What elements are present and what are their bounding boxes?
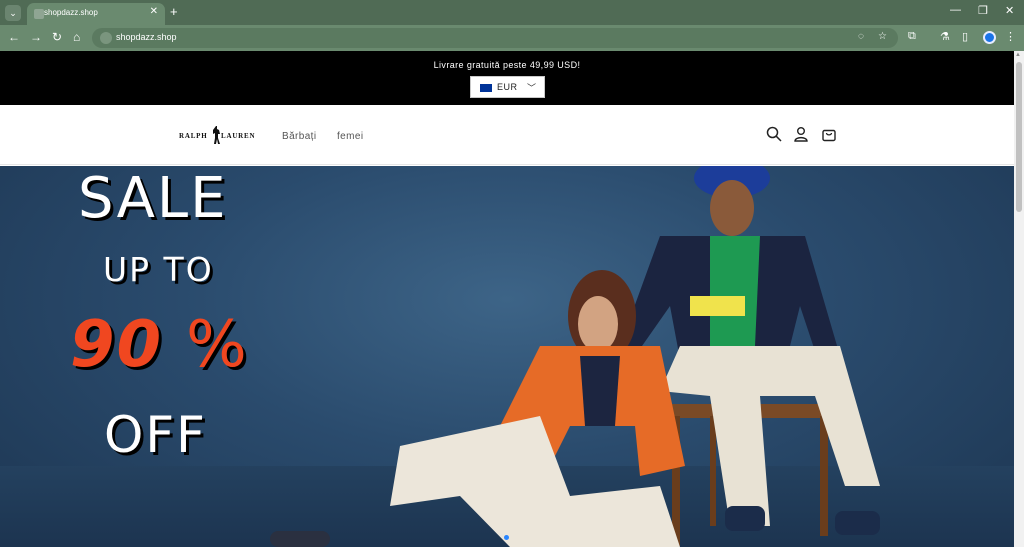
chevron-down-icon: ﹀ — [526, 83, 536, 93]
nav-link-barbati[interactable]: Bărbați — [282, 131, 317, 142]
new-tab-icon[interactable]: + — [170, 4, 178, 19]
announcement-bar: Livrare gratuită peste 49,99 USD! EUR ﹀ — [0, 51, 1014, 105]
extensions-icon[interactable]: ⧉ — [908, 30, 916, 43]
page-viewport: Livrare gratuită peste 49,99 USD! EUR ﹀ … — [0, 51, 1014, 547]
home-icon[interactable]: ⌂ — [73, 30, 80, 44]
hero-discount-number: 90 — [70, 308, 164, 382]
slideshow-dot-active[interactable] — [504, 535, 509, 540]
restore-icon[interactable]: ❐ — [978, 4, 988, 17]
back-icon[interactable]: ← — [8, 30, 20, 44]
side-panel-icon[interactable]: ▯ — [962, 30, 968, 43]
eye-off-icon[interactable]: ◌ — [858, 31, 864, 42]
hero-models-image — [270, 166, 880, 547]
hero-sale-heading: SALE — [78, 166, 228, 231]
polo-player-icon — [213, 126, 220, 144]
eu-flag-icon — [480, 84, 492, 92]
forward-icon[interactable]: → — [30, 30, 42, 44]
browser-toolbar: ← → ↻ ⌂ shopdazz.shop ◌ ☆ ⧉ ⚗ ▯ ⋮ — [0, 25, 1024, 51]
reload-icon[interactable]: ↻ — [52, 30, 62, 44]
more-menu-icon[interactable]: ⋮ — [1005, 30, 1016, 43]
announcement-text: Livrare gratuită peste 49,99 USD! — [433, 60, 581, 70]
window-close-icon[interactable]: ✕ — [1005, 4, 1014, 17]
bookmark-star-icon[interactable]: ☆ — [878, 31, 887, 42]
seated-woman-illustration — [270, 270, 685, 547]
scrollbar-thumb[interactable] — [1016, 62, 1022, 212]
url-text[interactable]: shopdazz.shop — [116, 32, 177, 42]
tab-search-chevron-icon[interactable]: ⌄ — [5, 5, 21, 21]
tab-favicon-icon — [34, 9, 44, 19]
currency-code: EUR — [497, 82, 518, 92]
hero-upto-text: UP TO — [103, 250, 214, 289]
search-icon[interactable] — [766, 126, 782, 142]
labs-flask-icon[interactable]: ⚗ — [940, 30, 950, 43]
scroll-up-arrow-icon[interactable]: ▲ — [1015, 52, 1021, 58]
address-bar[interactable]: shopdazz.shop ◌ ☆ — [92, 28, 898, 48]
tab-title: shopdazz.shop — [44, 8, 98, 17]
logo-text-left: RALPH — [179, 132, 208, 140]
hero-discount-percent: % — [186, 308, 249, 382]
profile-avatar-icon[interactable] — [983, 31, 996, 44]
site-info-icon[interactable] — [100, 32, 112, 44]
page-scrollbar[interactable]: ▲ — [1014, 51, 1024, 547]
hero-banner[interactable]: SALE UP TO 90 % OFF — [0, 166, 1014, 547]
tab-close-icon[interactable]: ✕ — [150, 6, 158, 17]
minimize-icon[interactable]: — — [950, 4, 961, 16]
browser-tab[interactable]: shopdazz.shop ✕ — [27, 3, 165, 25]
logo-text-right: LAUREN — [221, 132, 256, 140]
hero-off-text: OFF — [104, 406, 207, 464]
currency-selector[interactable]: EUR ﹀ — [470, 76, 545, 98]
site-header: RALPH LAUREN Bărbați femei — [0, 105, 1014, 165]
cart-icon[interactable] — [821, 126, 837, 142]
ralph-lauren-logo[interactable]: RALPH LAUREN — [179, 125, 259, 147]
account-icon[interactable] — [793, 126, 809, 142]
browser-tab-strip: ⌄ shopdazz.shop ✕ + — ❐ ✕ — [0, 0, 1024, 25]
nav-link-femei[interactable]: femei — [337, 131, 363, 142]
